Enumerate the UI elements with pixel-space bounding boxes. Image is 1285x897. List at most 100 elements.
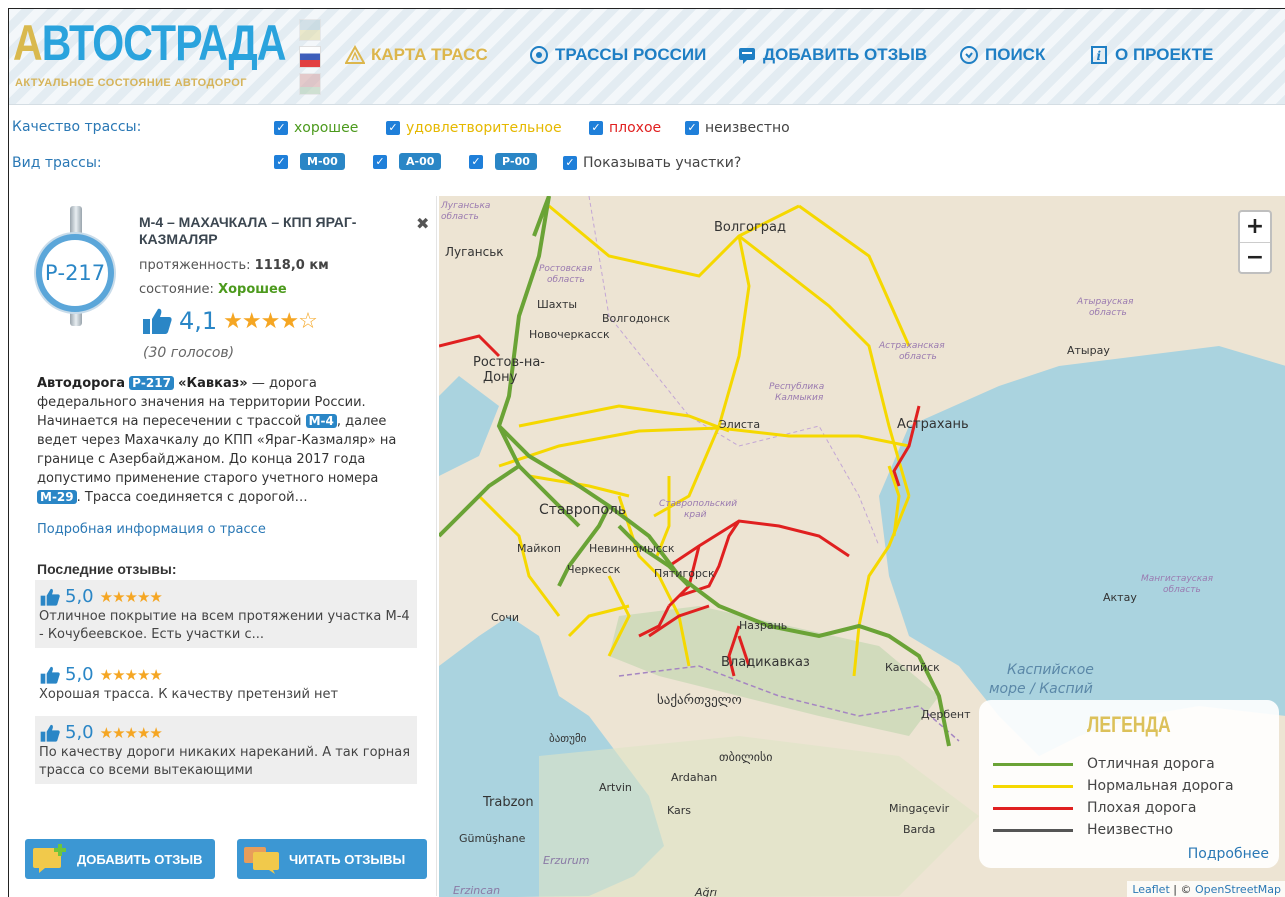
svg-text:Луганськ: Луганськ	[445, 245, 504, 259]
search-icon	[960, 46, 978, 64]
svg-text:Сочи: Сочи	[491, 611, 519, 624]
legend-item-normal: Нормальная дорога	[993, 778, 1234, 794]
legend-item-bad: Плохая дорога	[993, 800, 1196, 816]
rating-stars: ★★★★☆	[223, 308, 318, 334]
type-r-checkbox[interactable]: ✓ Р-00	[469, 153, 537, 170]
add-comment-icon	[33, 844, 66, 873]
review-item[interactable]: 5,0 ★★★★★ Хорошая трасса. К качеству пре…	[35, 658, 417, 708]
svg-text:Луганська: Луганська	[440, 201, 490, 211]
checkbox-checked-icon: ✓	[685, 121, 699, 135]
legend-more-link[interactable]: Подробнее	[1188, 846, 1269, 862]
nav-routes[interactable]: ТРАССЫ РОССИИ	[529, 45, 706, 65]
svg-text:Mingaçevir: Mingaçevir	[889, 802, 950, 815]
svg-text:Назрань: Назрань	[739, 619, 787, 632]
votes-count: (30 голосов)	[143, 345, 235, 361]
review-score: 5,0 ★★★★★	[39, 586, 413, 608]
route-state: состояние: Хорошее	[139, 282, 287, 297]
svg-text:область: область	[547, 275, 585, 285]
review-score: 5,0 ★★★★★	[39, 664, 413, 686]
road-map[interactable]: Волгоград Луганськ Шахты Волгодонск Ново…	[439, 196, 1285, 897]
review-item[interactable]: 5,0 ★★★★★ Отличное покрытие на всем прот…	[35, 580, 417, 648]
nav-about[interactable]: i О ПРОЕКТЕ	[1089, 45, 1213, 65]
russia-flag-icon[interactable]	[299, 46, 321, 68]
review-text: Отличное покрытие на всем протяжении уча…	[39, 609, 410, 642]
checkbox-checked-icon: ✓	[274, 121, 288, 135]
svg-text:Невинномысск: Невинномысск	[589, 542, 675, 555]
thumbs-up-icon	[40, 588, 60, 606]
svg-text:Дербент: Дербент	[921, 708, 971, 721]
site-header: АВТОСТРАДА АКТУАЛЬНОЕ СОСТОЯНИЕ АВТОДОРО…	[9, 9, 1285, 105]
route-length: протяженность: 1118,0 км	[139, 258, 329, 273]
road-warning-icon	[345, 45, 365, 64]
type-m-checkbox[interactable]: ✓ М-00	[274, 153, 345, 170]
osm-link[interactable]: OpenStreetMap	[1195, 883, 1281, 896]
svg-text:Дону: Дону	[483, 370, 518, 385]
review-item[interactable]: 5,0 ★★★★★ По качеству дороги никаких нар…	[35, 716, 417, 784]
svg-text:Trabzon: Trabzon	[482, 795, 534, 810]
svg-text:Республика: Республика	[769, 382, 824, 392]
quality-bad-checkbox[interactable]: ✓ плохое	[589, 120, 661, 136]
nav-add-review[interactable]: ДОБАВИТЬ ОТЗЫВ	[737, 45, 927, 65]
legend-swatch	[993, 828, 1073, 832]
nav-map[interactable]: КАРТА ТРАСС	[345, 45, 488, 65]
leaflet-link[interactable]: Leaflet	[1132, 883, 1169, 896]
review-text: По качеству дороги никаких нареканий. А …	[39, 745, 411, 778]
svg-text:область: область	[1089, 308, 1127, 318]
svg-text:Каспийск: Каспийск	[885, 661, 940, 674]
show-sections-checkbox[interactable]: ✓ Показывать участки?	[563, 155, 741, 171]
add-review-button[interactable]: ДОБАВИТЬ ОТЗЫВ	[25, 839, 215, 879]
svg-text:i: i	[1097, 49, 1102, 63]
comment-icon	[739, 48, 755, 64]
checkbox-checked-icon: ✓	[386, 121, 400, 135]
site-logo[interactable]: АВТОСТРАДА	[13, 15, 287, 71]
svg-text:Шахты: Шахты	[537, 298, 577, 311]
legend-swatch	[993, 784, 1073, 788]
svg-text:Астраханская: Астраханская	[878, 341, 945, 351]
route-tag-link[interactable]: М-4	[305, 414, 337, 428]
map-legend: ЛЕГЕНДА Отличная дорога Нормальная дорог…	[979, 700, 1279, 868]
route-tag-link[interactable]: Р-217	[129, 376, 174, 390]
zoom-out-button[interactable]: −	[1240, 242, 1270, 272]
route-sign: Р-217	[36, 234, 114, 312]
thumbs-up-icon	[143, 308, 172, 334]
thumbs-up-icon	[40, 724, 60, 742]
svg-text:Ростов-на-: Ростов-на-	[473, 355, 545, 370]
map-attribution: Leaflet | © OpenStreetMap	[1127, 881, 1285, 897]
language-switcher	[299, 19, 321, 100]
route-tag-link[interactable]: М-29	[37, 490, 77, 504]
svg-text:Актау: Актау	[1103, 591, 1137, 604]
route-rating: 4,1 ★★★★☆	[141, 306, 318, 336]
comments-icon	[244, 847, 279, 874]
type-a-checkbox[interactable]: ✓ А-00	[373, 153, 442, 170]
svg-text:Калмыкия: Калмыкия	[775, 393, 824, 403]
checkbox-checked-icon: ✓	[274, 154, 288, 169]
quality-satisfactory-checkbox[interactable]: ✓ удовлетворительное	[386, 120, 562, 136]
ukraine-flag-icon[interactable]	[299, 19, 321, 41]
svg-text:Ставропольский: Ставропольский	[659, 499, 737, 509]
route-details-link[interactable]: Подробная информация о трассе	[37, 522, 266, 537]
svg-text:край: край	[684, 510, 707, 520]
legend-swatch	[993, 762, 1073, 766]
svg-text:ბათუმი: ბათუმი	[549, 732, 587, 745]
quality-unknown-checkbox[interactable]: ✓ неизвестно	[685, 120, 790, 136]
svg-text:Gümüşhane: Gümüşhane	[459, 832, 526, 845]
svg-text:Астрахань: Астрахань	[897, 417, 969, 432]
quality-good-checkbox[interactable]: ✓ хорошее	[274, 120, 358, 136]
svg-text:область: область	[1163, 585, 1201, 595]
zoom-in-button[interactable]: +	[1240, 212, 1270, 242]
quality-filter-label: Качество трассы:	[12, 119, 142, 135]
svg-text:Майкоп: Майкоп	[517, 542, 561, 555]
svg-text:Новочеркасск: Новочеркасск	[529, 328, 610, 341]
read-reviews-button[interactable]: ЧИТАТЬ ОТЗЫВЫ	[237, 839, 427, 879]
svg-text:область: область	[441, 212, 479, 222]
checkbox-checked-icon: ✓	[589, 121, 603, 135]
info-icon: i	[1091, 46, 1107, 64]
svg-text:Атырауская: Атырауская	[1076, 297, 1134, 307]
svg-text:Атырау: Атырау	[1067, 344, 1110, 357]
belarus-flag-icon[interactable]	[299, 73, 321, 95]
legend-title: ЛЕГЕНДА	[1087, 712, 1171, 737]
road-sign-icon	[530, 46, 548, 64]
nav-search[interactable]: ПОИСК	[959, 45, 1045, 65]
close-icon[interactable]: ✖	[416, 214, 429, 233]
zoom-control: + −	[1238, 210, 1272, 274]
